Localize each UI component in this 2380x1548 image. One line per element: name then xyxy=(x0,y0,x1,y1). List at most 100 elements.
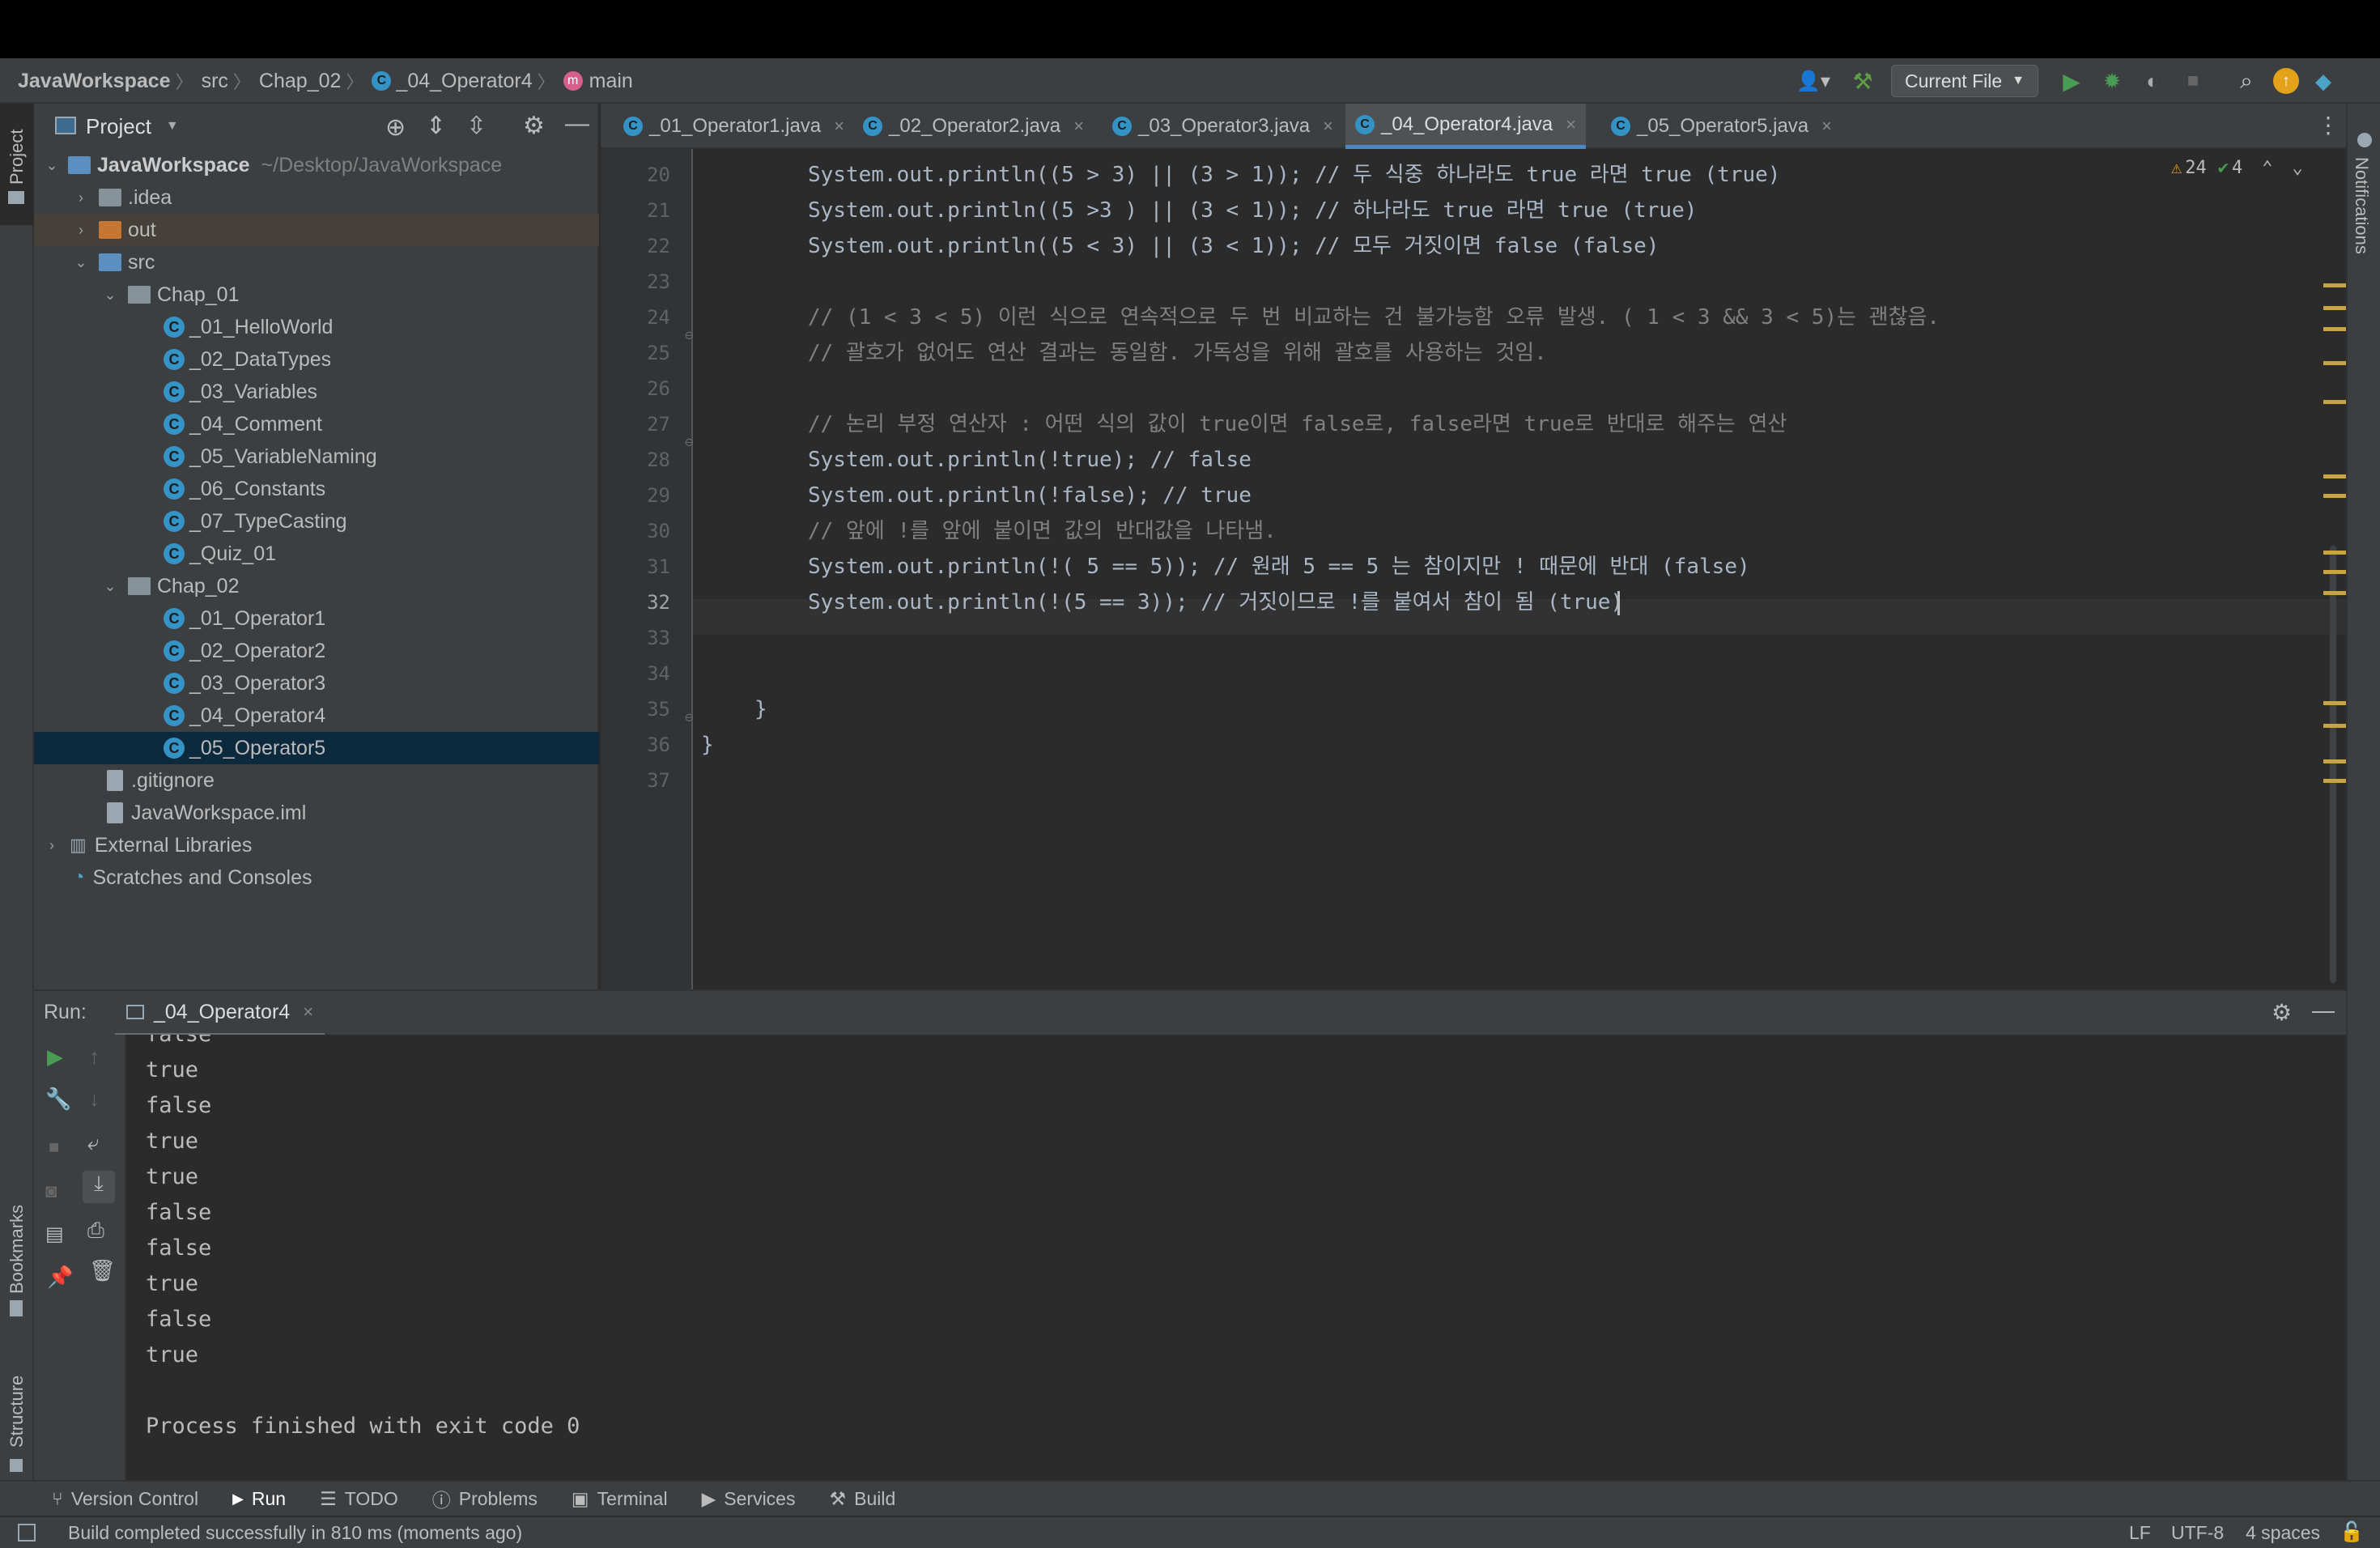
breadcrumb-src[interactable]: src xyxy=(202,70,228,93)
tree-item-class[interactable]: C _01_HelloWorld xyxy=(34,311,599,343)
chevron-right-icon[interactable]: › xyxy=(73,189,89,206)
tree-item-class[interactable]: C _03_Operator3 xyxy=(34,667,599,700)
stop-icon[interactable]: ■ xyxy=(2173,65,2213,97)
breadcrumb-package[interactable]: Chap_02 xyxy=(259,70,341,93)
chevron-down-icon[interactable]: ⌄ xyxy=(102,287,118,304)
vertical-scrollbar[interactable] xyxy=(2330,546,2336,983)
warning-marker[interactable] xyxy=(2323,494,2346,498)
tree-item-class[interactable]: C _02_DataTypes xyxy=(34,343,599,376)
chevron-right-icon[interactable]: › xyxy=(44,837,60,854)
close-icon[interactable]: × xyxy=(1821,116,1832,137)
run-icon[interactable]: ▶ xyxy=(2051,65,2092,97)
fold-icon[interactable]: ⊖ xyxy=(685,327,694,344)
tree-item-scratches[interactable]: ◔ Scratches and Consoles xyxy=(34,861,599,894)
chevron-down-icon[interactable]: ⌄ xyxy=(44,157,60,174)
chevron-right-icon[interactable]: › xyxy=(73,222,89,239)
inspection-widget[interactable]: ⚠ 24 ✔ 4 ⌃ ⌄ xyxy=(2171,155,2303,180)
ide-logo-icon[interactable]: ◆ xyxy=(2307,65,2340,97)
build-hammer-icon[interactable]: ⚒ xyxy=(1844,65,1881,97)
warning-marker[interactable] xyxy=(2323,361,2346,365)
tree-item-gitignore[interactable]: .gitignore xyxy=(34,764,599,797)
print-icon[interactable]: ⎙ xyxy=(87,1218,104,1244)
code-editor[interactable]: 19 20 21 22 23 24 25 26 27 28 29 30 31 3… xyxy=(601,149,2346,989)
tab-operator5[interactable]: C _05_Operator5.java × xyxy=(1601,104,1842,149)
tree-item-src[interactable]: ⌄ src xyxy=(34,246,599,279)
tree-item-class[interactable]: C _03_Variables xyxy=(34,376,599,408)
tab-operator4[interactable]: C _04_Operator4.java × xyxy=(1345,104,1587,149)
user-icon[interactable]: 👤▾ xyxy=(1789,65,1838,97)
warning-marker[interactable] xyxy=(2323,570,2346,574)
gear-icon[interactable]: ⚙ xyxy=(2272,999,2292,1026)
tree-item-class[interactable]: C _Quiz_01 xyxy=(34,538,599,570)
chevron-down-icon[interactable]: ⌄ xyxy=(2293,158,2303,178)
tree-item-class[interactable]: C _05_VariableNaming xyxy=(34,440,599,473)
minimize-icon[interactable]: — xyxy=(2312,997,2335,1023)
indent-indicator[interactable]: 4 spaces xyxy=(2246,1522,2320,1544)
update-icon[interactable]: ↑ xyxy=(2273,68,2299,94)
chevron-up-icon[interactable]: ⌃ xyxy=(2262,158,2272,178)
tree-item-chap02[interactable]: ⌄ Chap_02 xyxy=(34,570,599,602)
arrow-up-icon[interactable]: ↑ xyxy=(89,1044,100,1070)
fold-icon[interactable]: ⊖ xyxy=(685,434,694,451)
minimize-icon[interactable]: — xyxy=(565,110,589,138)
warning-marker[interactable] xyxy=(2323,724,2346,728)
warning-marker[interactable] xyxy=(2323,701,2346,705)
breadcrumb-method[interactable]: m main xyxy=(563,70,633,93)
close-icon[interactable]: × xyxy=(1323,116,1333,137)
run-tab[interactable]: _04_Operator4 × xyxy=(115,991,325,1036)
status-message[interactable]: Build completed successfully in 810 ms (… xyxy=(68,1522,522,1544)
trash-icon[interactable]: 🗑 xyxy=(89,1258,116,1283)
locate-icon[interactable]: ⊕ xyxy=(385,113,406,142)
project-view-selector[interactable]: Project ▼ xyxy=(86,104,179,149)
encoding-indicator[interactable]: UTF-8 xyxy=(2171,1522,2224,1544)
warning-marker[interactable] xyxy=(2323,474,2346,478)
scroll-to-end-icon[interactable]: ⤓ xyxy=(83,1171,115,1203)
stop-icon[interactable]: ■ xyxy=(49,1137,59,1158)
warning-marker[interactable] xyxy=(2323,400,2346,404)
toggle-tool-windows-icon[interactable] xyxy=(18,1524,36,1542)
arrow-down-icon[interactable]: ↓ xyxy=(89,1087,100,1112)
warning-marker[interactable] xyxy=(2323,759,2346,763)
build-button[interactable]: ⚒ Build xyxy=(829,1488,895,1510)
terminal-button[interactable]: ▣ Terminal xyxy=(572,1488,668,1510)
camera-icon[interactable]: ◙ xyxy=(45,1180,57,1203)
tree-item-class[interactable]: C _04_Operator4 xyxy=(34,700,599,732)
warning-marker[interactable] xyxy=(2323,551,2346,555)
warning-marker[interactable] xyxy=(2323,327,2346,331)
warning-marker[interactable] xyxy=(2323,591,2346,595)
tab-operator1[interactable]: C _01_Operator1.java × xyxy=(614,104,854,149)
tab-operator2[interactable]: C _02_Operator2.java × xyxy=(853,104,1094,149)
close-icon[interactable]: × xyxy=(834,116,844,137)
lock-icon[interactable]: 🔓 xyxy=(2340,1520,2364,1544)
project-tool-button[interactable]: Project xyxy=(0,104,34,225)
tab-operator3[interactable]: C _03_Operator3.java × xyxy=(1103,104,1343,149)
version-control-button[interactable]: ⑂ Version Control xyxy=(52,1488,198,1510)
expand-all-icon[interactable]: ⇕ xyxy=(426,112,446,140)
soft-wrap-icon[interactable]: ⤶ xyxy=(87,1130,100,1156)
debug-icon[interactable]: ✹ xyxy=(2092,65,2132,97)
chevron-down-icon[interactable]: ⌄ xyxy=(102,578,118,595)
structure-tool-button[interactable]: Structure xyxy=(0,1350,34,1480)
more-tabs-icon[interactable]: ⋮ xyxy=(2317,112,2340,138)
breadcrumb-project[interactable]: JavaWorkspace xyxy=(18,70,171,93)
tree-item-out[interactable]: › out xyxy=(34,214,599,246)
bookmarks-tool-button[interactable]: Bookmarks xyxy=(0,1189,34,1318)
close-icon[interactable]: × xyxy=(303,1002,313,1023)
coverage-icon[interactable]: ◐ xyxy=(2132,65,2173,97)
problems-button[interactable]: ⓘ Problems xyxy=(432,1485,538,1512)
notifications-tool-button[interactable]: Notifications xyxy=(2348,120,2380,282)
collapse-all-icon[interactable]: ⇳ xyxy=(466,112,487,140)
tree-item-class[interactable]: C _02_Operator2 xyxy=(34,635,599,667)
console-output[interactable]: false true false true true false false t… xyxy=(126,1035,2346,1480)
tree-item-class[interactable]: C _01_Operator1 xyxy=(34,602,599,635)
tree-item-idea[interactable]: › .idea xyxy=(34,181,599,214)
search-icon[interactable]: ⌕ xyxy=(2226,65,2267,97)
chevron-down-icon[interactable]: ⌄ xyxy=(73,254,89,271)
line-separator-indicator[interactable]: LF xyxy=(2129,1522,2151,1544)
close-icon[interactable]: × xyxy=(1073,116,1084,137)
tree-item-class-selected[interactable]: C _05_Operator5 xyxy=(34,732,599,764)
tree-item-iml[interactable]: JavaWorkspace.iml xyxy=(34,797,599,829)
wrench-icon[interactable]: 🔧 xyxy=(45,1087,71,1112)
gear-icon[interactable]: ⚙ xyxy=(523,112,545,140)
layout-icon[interactable]: ▤ xyxy=(45,1223,64,1246)
